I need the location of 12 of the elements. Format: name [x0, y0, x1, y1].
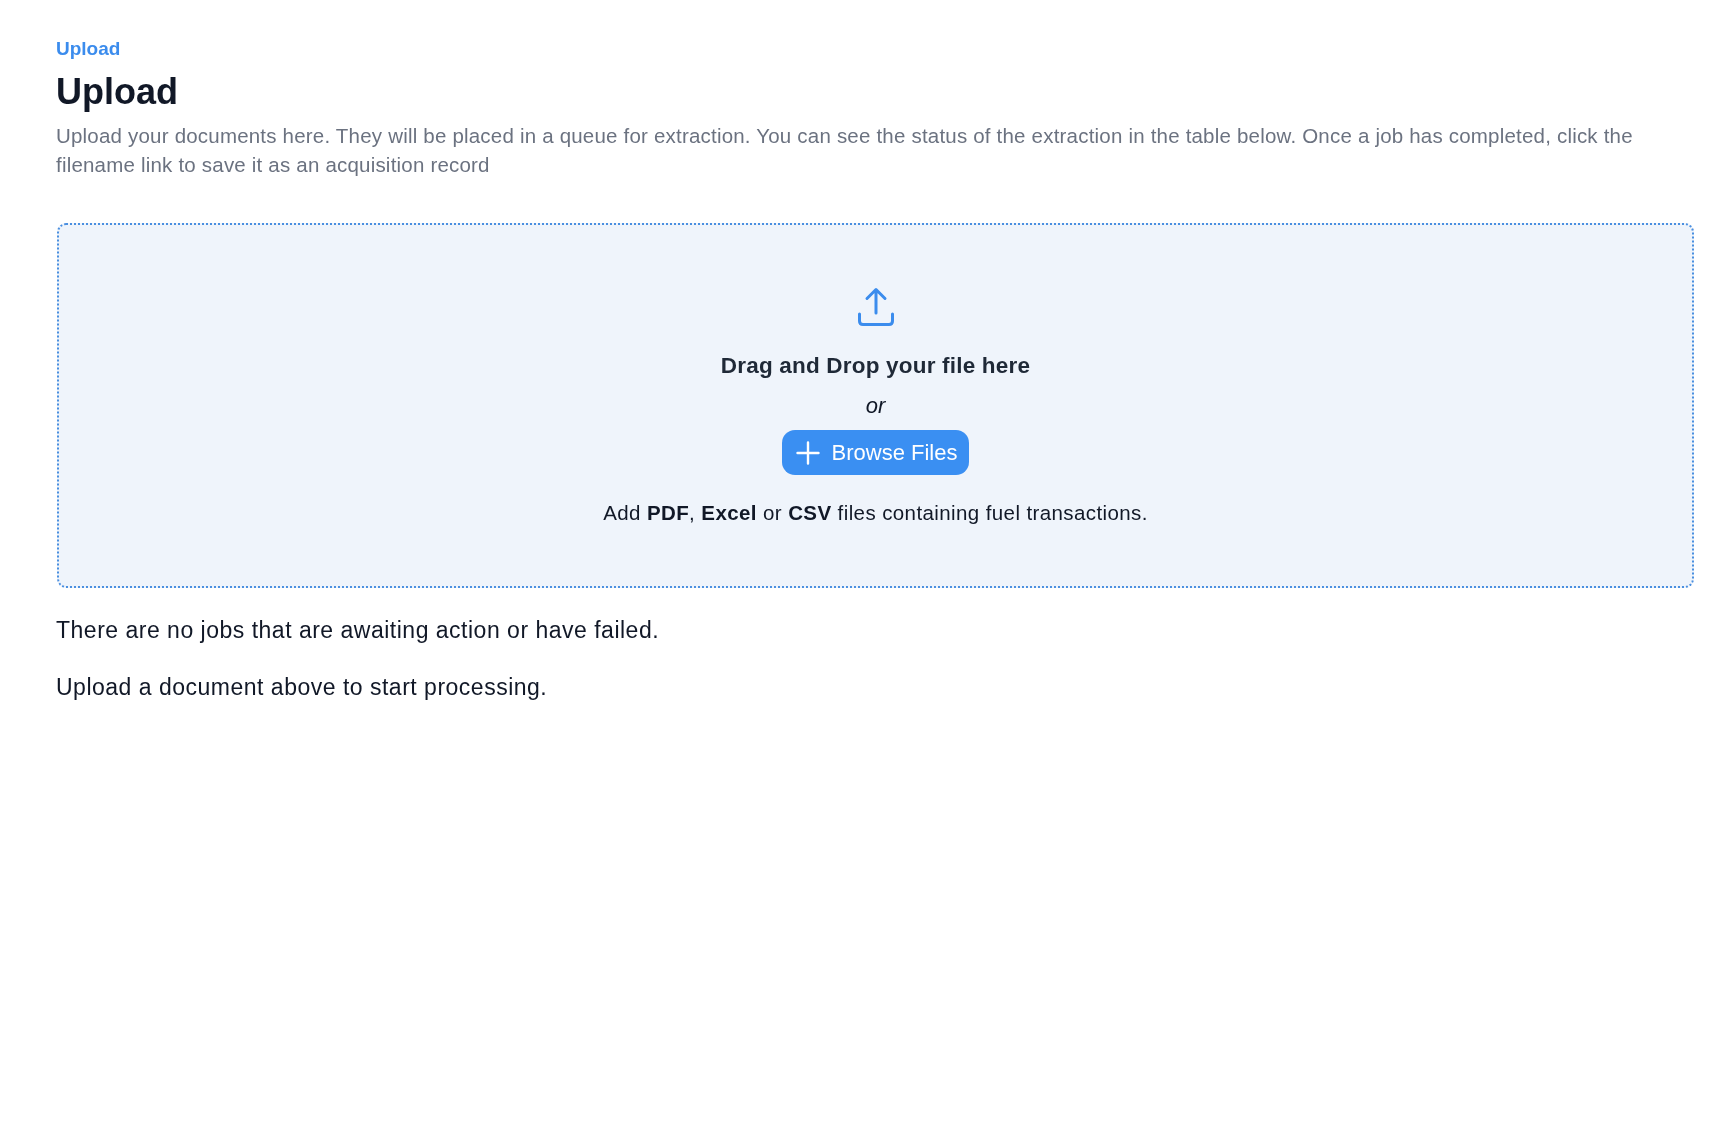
- page-description: Upload your documents here. They will be placed in a queue for extraction. You can see the status of the extraction in the table below. Once a job has completed, click the filename link to save it as an acquisition record: [56, 123, 1634, 178]
- file-type-hint: Add PDF, Excel or CSV files containing fuel transactions.: [603, 500, 1148, 527]
- or-separator: or: [865, 392, 886, 421]
- browse-files-button[interactable]: Browse Files: [781, 430, 970, 476]
- status-message: There are no jobs that are awaiting action or have failed.: [56, 616, 660, 646]
- breadcrumb-link[interactable]: Upload: [56, 37, 121, 61]
- page-title: Upload: [56, 70, 179, 114]
- file-drop-zone[interactable]: Drag and Drop your file here or Browse Files Add PDF, Excel or CSV files containing fuel transactions.: [57, 223, 1694, 589]
- drop-prompt: Drag and Drop your file here: [720, 352, 1031, 381]
- plus-icon: [795, 440, 820, 465]
- status-message: Upload a document above to start processing.: [56, 673, 548, 703]
- upload-icon: [856, 287, 895, 328]
